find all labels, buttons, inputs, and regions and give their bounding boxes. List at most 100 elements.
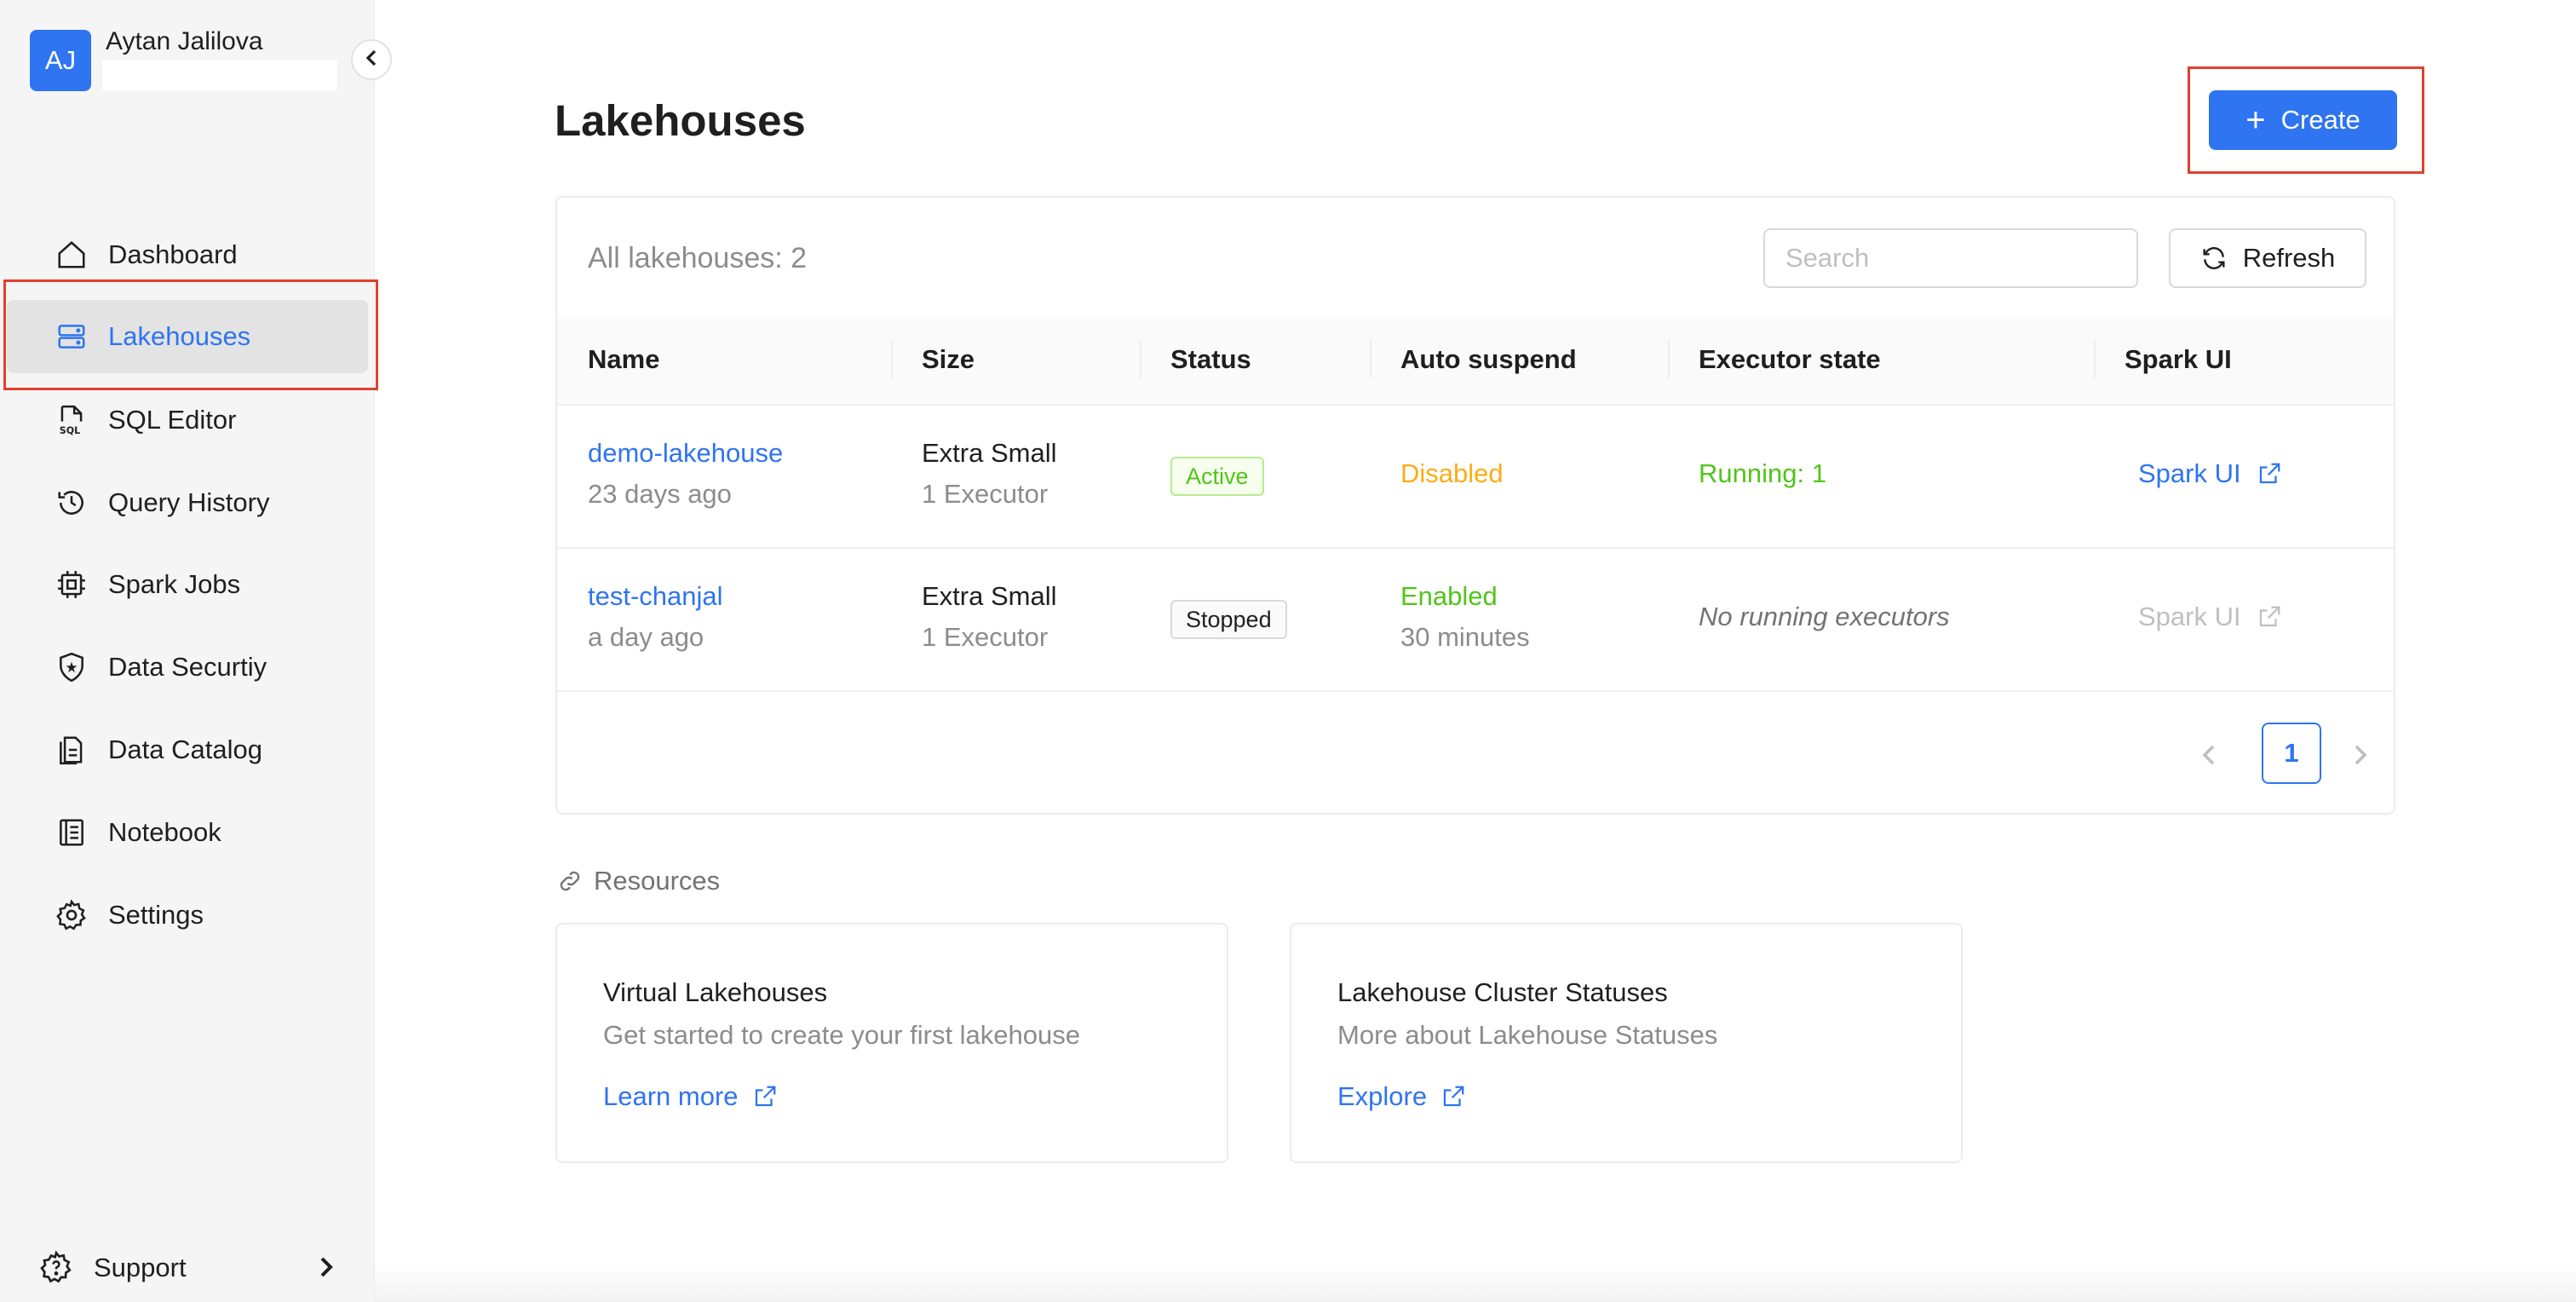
chevron-left-icon	[363, 48, 380, 72]
sidebar-item-label: Settings	[108, 900, 204, 930]
column-header-auto-suspend[interactable]: Auto suspend	[1400, 344, 1577, 375]
explore-link[interactable]: Explore	[1337, 1081, 1466, 1112]
sidebar: AJ Aytan Jalilova Dashboard Lakehouses S…	[0, 0, 375, 1302]
refresh-button[interactable]: Refresh	[2169, 228, 2366, 288]
resource-card-description: Get started to create your first lakehou…	[603, 1020, 1080, 1050]
chip-icon	[55, 567, 89, 602]
sidebar-item-label: Data Catalog	[108, 735, 262, 764]
page-title: Lakehouses	[555, 96, 806, 145]
catalog-icon	[55, 733, 89, 767]
auto-suspend-duration: 30 minutes	[1400, 622, 1530, 652]
resource-card-title: Virtual Lakehouses	[603, 977, 828, 1007]
refresh-icon	[2203, 247, 2225, 269]
resources-title: Resources	[594, 866, 721, 896]
column-header-status[interactable]: Status	[1170, 344, 1251, 375]
user-name: Aytan Jalilova	[106, 27, 263, 55]
executor-count: 1 Executor	[922, 479, 1049, 509]
sidebar-item-lakehouses[interactable]: Lakehouses	[7, 300, 368, 373]
sidebar-item-settings[interactable]: Settings	[7, 879, 368, 952]
column-divider	[1668, 341, 1670, 378]
resources-header: Resources	[556, 866, 720, 896]
sidebar-item-label: Lakehouses	[108, 321, 251, 351]
create-button[interactable]: + Create	[2209, 90, 2397, 150]
executor-state-value: Running: 1	[1699, 458, 1826, 488]
support-menu[interactable]: Support	[0, 1239, 375, 1295]
external-link-icon	[755, 1086, 775, 1107]
lakehouse-name-link[interactable]: test-chanjal	[588, 581, 723, 612]
bottom-shadow	[375, 1261, 2576, 1302]
lakehouses-table-card: All lakehouses: 2 Refresh Name Size Stat…	[555, 196, 2395, 815]
column-divider	[1140, 341, 1141, 378]
resource-link-label: Learn more	[603, 1081, 739, 1111]
column-header-spark-ui[interactable]: Spark UI	[2125, 344, 2232, 375]
history-icon	[55, 486, 89, 520]
collapse-sidebar-button[interactable]	[351, 39, 392, 80]
shield-icon	[55, 650, 89, 684]
spark-ui-link-disabled: Spark UI	[2138, 602, 2282, 632]
svg-text:SQL: SQL	[60, 425, 80, 436]
table-row: test-chanjal a day ago Extra Small 1 Exe…	[557, 549, 2394, 692]
sidebar-item-spark-jobs[interactable]: Spark Jobs	[7, 548, 368, 621]
avatar[interactable]: AJ	[30, 30, 91, 91]
column-header-executor-state[interactable]: Executor state	[1699, 344, 1881, 375]
size-value: Extra Small	[922, 438, 1057, 468]
sidebar-item-query-history[interactable]: Query History	[7, 466, 368, 539]
sidebar-item-sql-editor[interactable]: SQL SQL Editor	[7, 383, 368, 457]
table-header: Name Size Status Auto suspend Executor s…	[557, 317, 2394, 406]
sidebar-item-label: Notebook	[108, 817, 221, 847]
sidebar-item-data-catalog[interactable]: Data Catalog	[7, 713, 368, 786]
gear-icon	[55, 898, 89, 932]
lakehouse-name-link[interactable]: demo-lakehouse	[588, 438, 783, 469]
column-header-size[interactable]: Size	[922, 344, 975, 375]
sidebar-item-label: SQL Editor	[108, 405, 237, 435]
support-label: Support	[94, 1253, 187, 1282]
auto-suspend-value: Disabled	[1400, 458, 1504, 488]
column-header-name[interactable]: Name	[588, 344, 659, 375]
executor-count: 1 Executor	[922, 622, 1049, 652]
external-link-icon	[2259, 606, 2280, 627]
pagination-page-current[interactable]: 1	[2262, 723, 2321, 784]
chevron-right-icon	[315, 1252, 337, 1282]
sidebar-item-label: Query History	[108, 487, 270, 517]
status-badge: Stopped	[1170, 600, 1287, 639]
sidebar-item-dashboard[interactable]: Dashboard	[7, 218, 368, 291]
home-icon	[55, 238, 89, 272]
column-divider	[891, 341, 893, 378]
spark-ui-link[interactable]: Spark UI	[2138, 458, 2282, 489]
status-badge: Active	[1170, 457, 1264, 496]
sidebar-item-label: Data Securtiy	[108, 652, 267, 682]
column-divider	[1370, 341, 1371, 378]
notebook-icon	[55, 815, 89, 850]
user-email-redacted	[102, 60, 337, 90]
create-button-label: Create	[2280, 105, 2360, 135]
table-row: demo-lakehouse 23 days ago Extra Small 1…	[557, 406, 2394, 549]
lakehouse-count: All lakehouses: 2	[588, 242, 808, 274]
external-link-icon	[1443, 1086, 1464, 1107]
link-icon	[560, 871, 580, 891]
resource-link-label: Explore	[1337, 1081, 1428, 1111]
size-value: Extra Small	[922, 581, 1057, 611]
resource-card-cluster-statuses: Lakehouse Cluster Statuses More about La…	[1290, 923, 1963, 1163]
sidebar-item-notebook[interactable]: Notebook	[7, 796, 368, 869]
column-divider	[2094, 341, 2096, 378]
database-icon	[55, 320, 89, 354]
sidebar-item-data-security[interactable]: Data Securtiy	[7, 631, 368, 704]
sidebar-item-label: Spark Jobs	[108, 569, 241, 599]
external-link-icon	[2259, 463, 2280, 484]
plus-icon: +	[2245, 101, 2266, 139]
learn-more-link[interactable]: Learn more	[603, 1081, 778, 1112]
resource-card-virtual-lakehouses: Virtual Lakehouses Get started to create…	[555, 923, 1228, 1163]
created-time: 23 days ago	[588, 479, 732, 509]
resource-card-title: Lakehouse Cluster Statuses	[1337, 977, 1668, 1007]
sidebar-item-label: Dashboard	[108, 239, 238, 269]
search-input[interactable]	[1763, 228, 2138, 288]
executor-state-value: No running executors	[1699, 602, 1950, 631]
pagination-prev-icon[interactable]	[2193, 738, 2227, 772]
pagination-next-icon[interactable]	[2343, 738, 2377, 772]
spark-ui-label: Spark UI	[2138, 602, 2241, 631]
refresh-label: Refresh	[2242, 243, 2336, 273]
spark-ui-label: Spark UI	[2138, 458, 2241, 488]
sql-file-icon: SQL	[55, 403, 89, 437]
help-circle-icon	[39, 1250, 73, 1284]
created-time: a day ago	[588, 622, 704, 652]
